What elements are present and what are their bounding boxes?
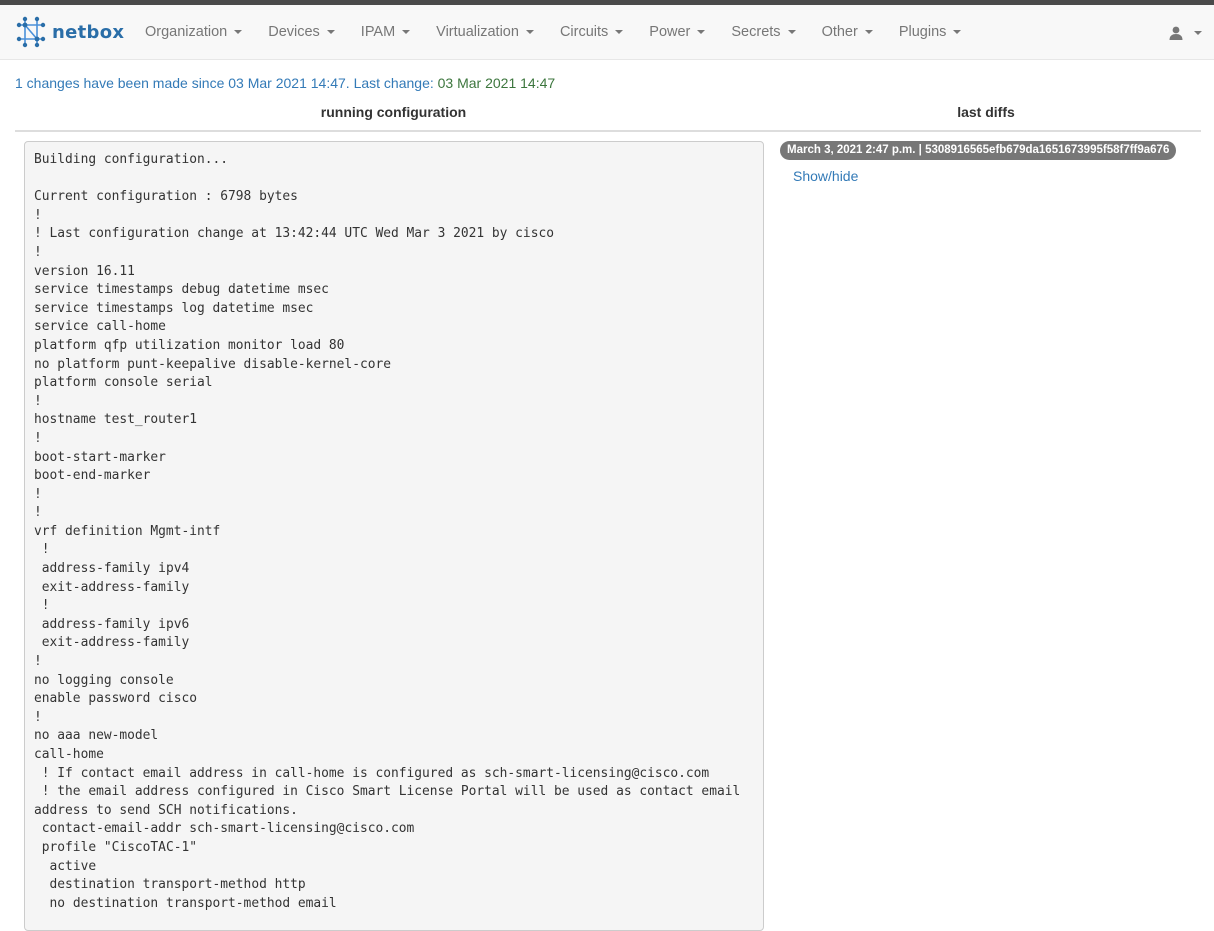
- nav-devices[interactable]: Devices: [253, 5, 346, 60]
- nav-circuits[interactable]: Circuits: [545, 5, 634, 60]
- changes-summary: 1 changes have been made since 03 Mar 20…: [15, 75, 555, 91]
- navbar: netbox Organization Devices IPAM Virtual…: [0, 5, 1214, 60]
- nav-plugins[interactable]: Plugins: [884, 5, 973, 60]
- brand-link[interactable]: netbox: [14, 5, 130, 60]
- nav-secrets[interactable]: Secrets: [716, 5, 806, 60]
- nav-power[interactable]: Power: [634, 5, 716, 60]
- nav-organization[interactable]: Organization: [130, 5, 253, 60]
- nav-label: Devices: [268, 24, 320, 40]
- running-config-heading: running configuration: [320, 104, 467, 120]
- caret-down-icon: [525, 30, 534, 34]
- user-menu[interactable]: [1168, 5, 1202, 60]
- nav-virtualization[interactable]: Virtualization: [421, 5, 545, 60]
- caret-down-icon: [953, 30, 962, 34]
- last-change-date: 03 Mar 2021 14:47: [437, 75, 556, 91]
- caret-down-icon: [1194, 30, 1202, 35]
- nav-label: Organization: [145, 24, 228, 40]
- caret-down-icon: [326, 30, 335, 34]
- show-hide-diff-link[interactable]: Show/hide: [793, 168, 858, 184]
- nav-label: IPAM: [360, 24, 396, 40]
- caret-down-icon: [402, 30, 411, 34]
- caret-down-icon: [787, 30, 796, 34]
- nav-label: Other: [821, 24, 858, 40]
- last-diffs-heading: last diffs: [957, 104, 1015, 120]
- nav-label: Virtualization: [436, 24, 519, 40]
- nav-label: Circuits: [559, 24, 609, 40]
- running-config-text[interactable]: Building configuration... Current config…: [24, 141, 764, 931]
- nav-other[interactable]: Other: [807, 5, 884, 60]
- caret-down-icon: [697, 30, 706, 34]
- user-icon: [1169, 26, 1183, 40]
- main-nav: Organization Devices IPAM Virtualization…: [130, 5, 972, 60]
- diff-commit-badge: March 3, 2021 2:47 p.m. | 5308916565efb6…: [780, 141, 1177, 160]
- header-divider: [15, 130, 1201, 132]
- caret-down-icon: [234, 30, 243, 34]
- netbox-logo-icon: [16, 16, 46, 48]
- nav-label: Secrets: [731, 24, 781, 40]
- caret-down-icon: [864, 30, 873, 34]
- brand-name: netbox: [52, 21, 125, 43]
- nav-ipam[interactable]: IPAM: [346, 5, 421, 60]
- caret-down-icon: [615, 30, 624, 34]
- nav-label: Power: [649, 24, 691, 40]
- changes-since-text: 1 changes have been made since 03 Mar 20…: [15, 75, 438, 91]
- nav-label: Plugins: [898, 24, 947, 40]
